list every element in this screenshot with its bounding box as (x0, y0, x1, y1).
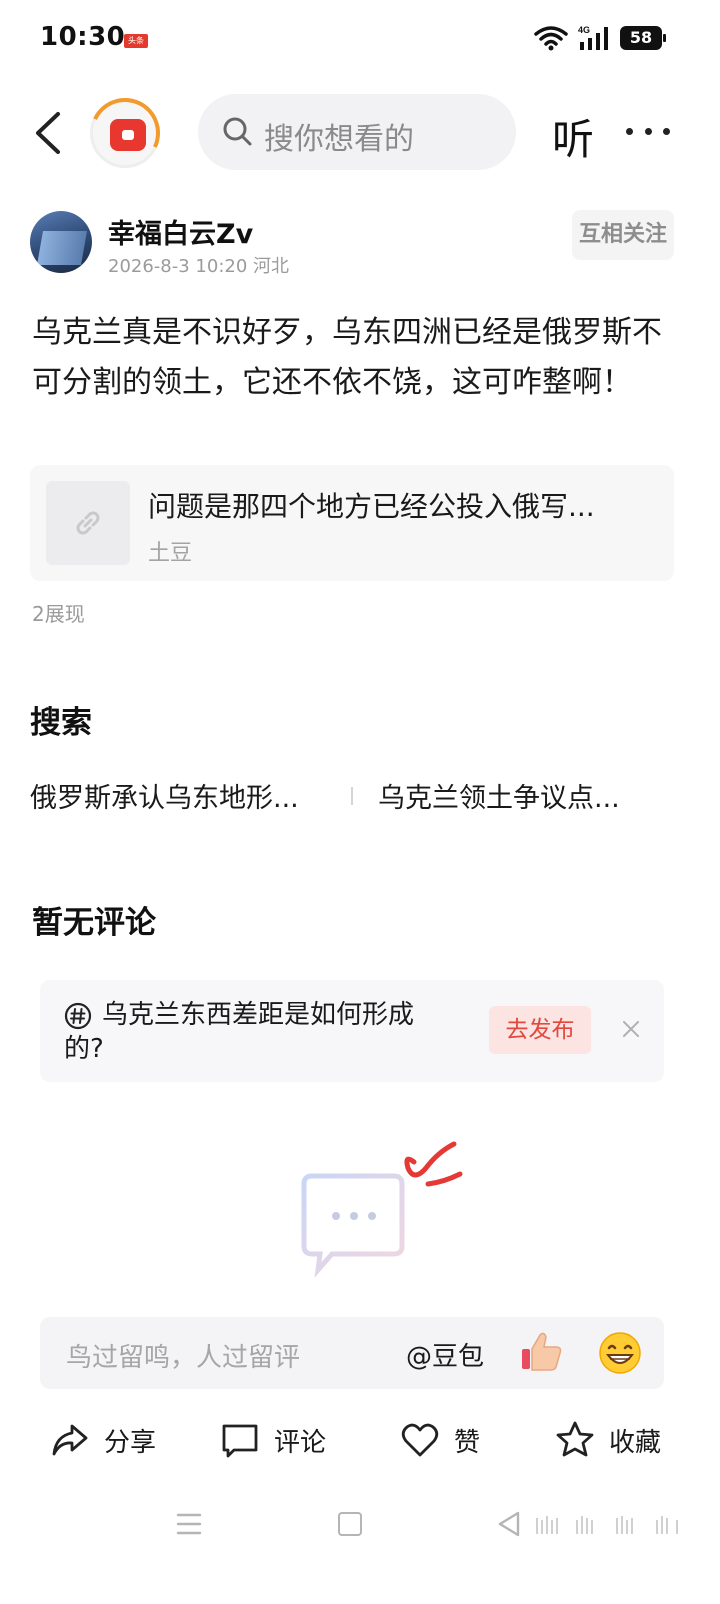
search-icon (222, 116, 252, 146)
comment-input[interactable]: 鸟过留鸣，人过留评 @豆包 (40, 1317, 664, 1389)
link-icon (70, 505, 106, 541)
menu-icon[interactable] (176, 1512, 202, 1536)
grin-emoji-icon[interactable] (598, 1331, 642, 1375)
top-nav: 搜你想看的 听 (0, 88, 720, 178)
link-title: 问题是那四个地方已经公投入俄写... (148, 490, 595, 523)
post-text: 乌克兰真是不识好歹，乌东四洲已经是俄罗斯不可分割的领土，它还不依不饶，这可咋整啊… (32, 315, 662, 400)
favorite-label: 收藏 (609, 1427, 662, 1458)
follow-button[interactable]: 互相关注 (572, 210, 674, 260)
comment-heading: 暂无评论 (32, 905, 156, 941)
comment-placeholder: 鸟过留鸣，人过留评 (66, 1343, 301, 1373)
link-source: 土豆 (148, 541, 193, 566)
comment-label: 评论 (274, 1427, 327, 1458)
more-dots-icon[interactable] (626, 128, 670, 138)
star-icon (556, 1421, 594, 1457)
publish-button[interactable]: 去发布 (489, 1006, 591, 1054)
avatar[interactable] (30, 211, 92, 273)
network-type: 4G (578, 25, 590, 35)
search-heading: 搜索 (30, 705, 92, 741)
divider (351, 787, 353, 805)
status-bar: 10:30 头条 4G 58 (0, 0, 720, 80)
share-label: 分享 (104, 1427, 157, 1458)
author-name[interactable]: 幸福白云Zv (108, 212, 253, 251)
mention-button[interactable]: @豆包 (406, 1336, 484, 1373)
link-thumbnail (46, 481, 130, 565)
like-button[interactable]: 赞 (400, 1418, 480, 1462)
back-triangle-icon[interactable] (496, 1510, 522, 1538)
search-suggestion[interactable]: 乌克兰领土争议点... (378, 776, 620, 815)
action-bar: 分享 评论 赞 收藏 (0, 1408, 720, 1468)
close-icon[interactable] (622, 1020, 640, 1038)
search-input[interactable]: 搜你想看的 (198, 94, 516, 170)
app-badge: 头条 (124, 34, 148, 48)
thumbs-up-emoji-icon[interactable] (520, 1329, 564, 1373)
like-label: 赞 (454, 1427, 481, 1458)
search-placeholder: 搜你想看的 (264, 122, 414, 157)
home-icon[interactable] (338, 1512, 362, 1536)
chevron-left-icon[interactable] (30, 110, 66, 156)
topic-text: 乌克兰东西差距是如何形成的? (64, 1000, 415, 1064)
watermark-bars-icon (536, 1514, 686, 1538)
search-suggestion[interactable]: 俄罗斯承认乌东地形... (30, 776, 299, 815)
wifi-icon (534, 25, 568, 51)
red-envelope-logo[interactable] (80, 88, 170, 178)
search-suggestions: 俄罗斯承认乌东地形... 乌克兰领土争议点... (30, 776, 690, 816)
comment-button[interactable]: 评论 (220, 1418, 326, 1462)
share-button[interactable]: 分享 (50, 1418, 156, 1462)
empty-comments-illustration (290, 1138, 470, 1278)
signal-icon: 4G (578, 24, 610, 52)
status-icons: 4G 58 (534, 24, 666, 52)
status-time: 10:30 (40, 22, 126, 52)
link-card[interactable]: 问题是那四个地方已经公投入俄写... 土豆 (30, 465, 674, 581)
author-row: 幸福白云Zv 2026-8-3 10:20 河北 互相关注 (0, 208, 720, 278)
favorite-button[interactable]: 收藏 (555, 1418, 661, 1462)
view-count: 2展现 (32, 602, 85, 626)
share-icon (52, 1424, 88, 1456)
battery-icon: 58 (620, 26, 666, 50)
system-nav-bar (0, 1500, 720, 1550)
topic-card[interactable]: 乌克兰东西差距是如何形成的? 去发布 (40, 980, 664, 1082)
listen-button[interactable]: 听 (552, 106, 594, 167)
post-meta: 2026-8-3 10:20 河北 (108, 256, 290, 277)
heart-icon (401, 1423, 439, 1457)
comment-icon (222, 1424, 258, 1458)
